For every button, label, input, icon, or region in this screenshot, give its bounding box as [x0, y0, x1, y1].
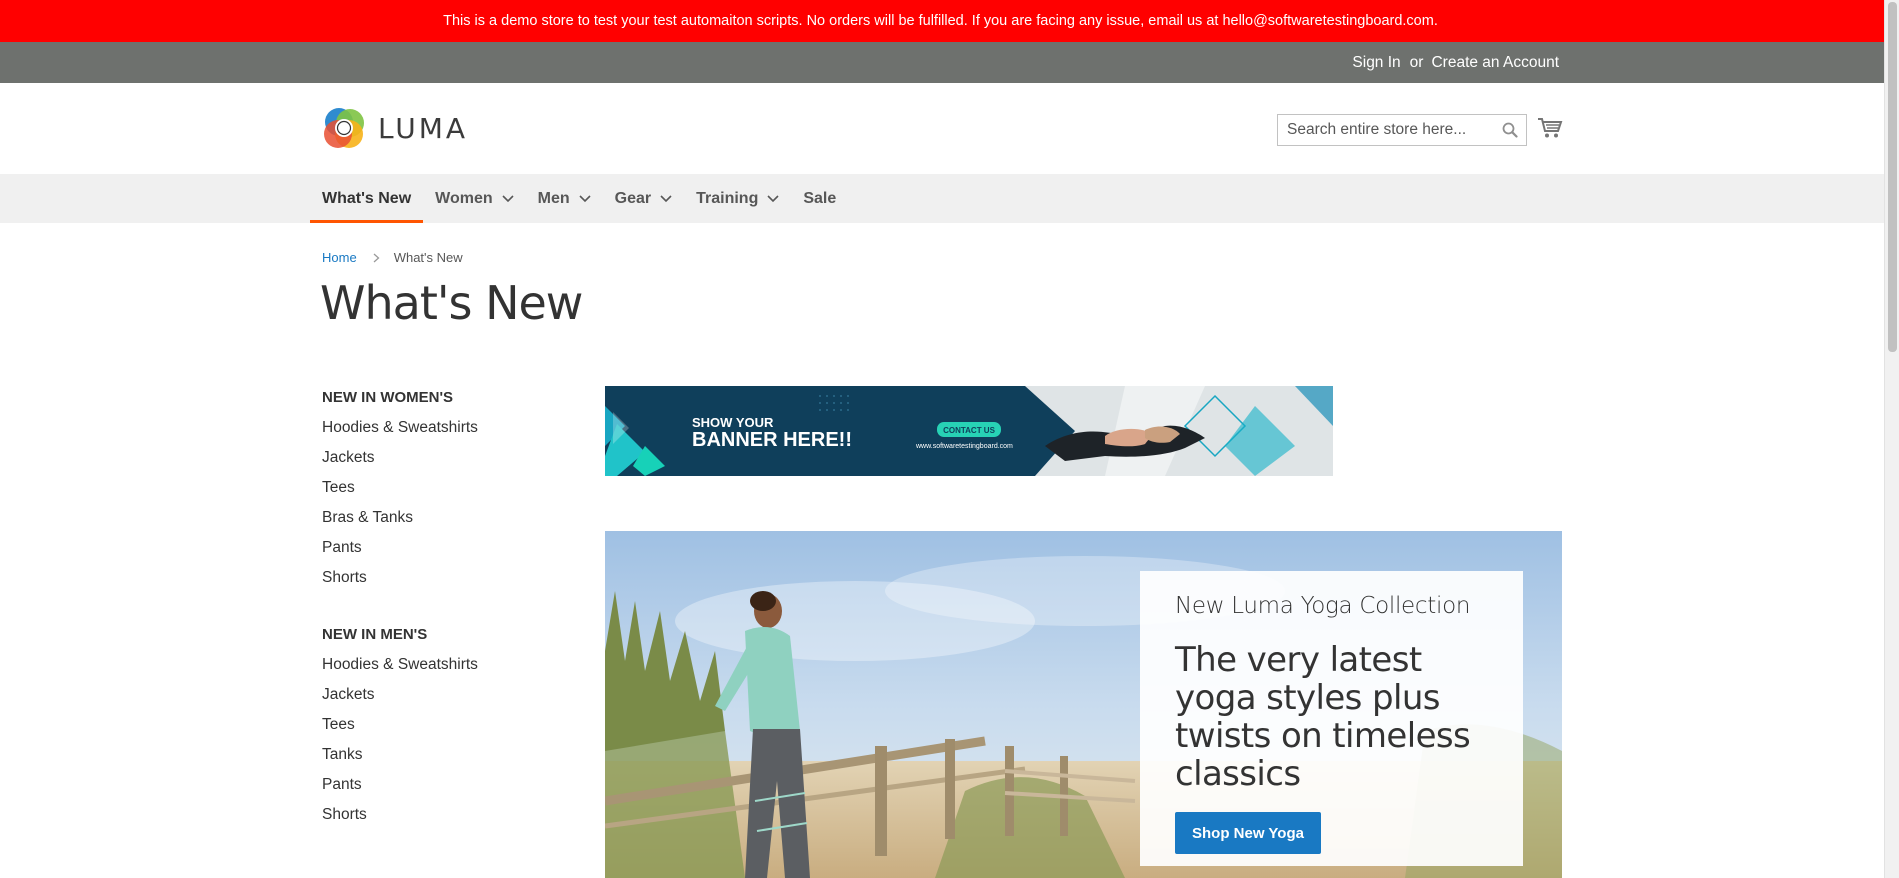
sidebar-link[interactable]: Tees [322, 479, 355, 496]
sidebar-link[interactable]: Tees [322, 716, 355, 733]
sidebar-link[interactable]: Hoodies & Sweatshirts [322, 419, 478, 436]
top-panel: Sign In or Create an Account [0, 42, 1899, 83]
nav-item-sale[interactable]: Sale [791, 174, 848, 223]
hero-card: New Luma Yoga Collection The very latest… [1140, 571, 1523, 866]
hero-banner[interactable]: New Luma Yoga Collection The very latest… [605, 531, 1562, 878]
search-input[interactable] [1287, 121, 1497, 139]
list-item: Tees [322, 475, 562, 505]
banner-graphic: SHOW YOUR BANNER HERE!! CONTACT US www.s… [605, 386, 1333, 476]
list-item: Shorts [322, 565, 562, 595]
sidebar-link[interactable]: Jackets [322, 449, 375, 466]
nav-label: Sale [803, 189, 837, 207]
demo-notice: This is a demo store to test your test a… [0, 0, 1899, 42]
main-navigation: What's New Women Men Gear Training Sale [0, 174, 1899, 223]
nav-label: What's New [322, 189, 412, 207]
sidebar-link[interactable]: Shorts [322, 806, 367, 823]
list-item: Jackets [322, 682, 562, 712]
list-item: Pants [322, 535, 562, 565]
sidebar-section-title: NEW IN WOMEN'S [322, 389, 454, 406]
nav-label: Women [435, 189, 493, 207]
header: LUMA [0, 83, 1899, 174]
breadcrumb: Home What's New [322, 250, 463, 265]
sidebar-link[interactable]: Bras & Tanks [322, 509, 413, 526]
scrollbar-thumb[interactable] [1888, 2, 1897, 352]
nav-label: Training [696, 189, 759, 207]
list-item: Shorts [322, 802, 562, 832]
list-item: Tees [322, 712, 562, 742]
luma-logo-icon [324, 108, 364, 148]
page-scrollbar[interactable] [1884, 0, 1899, 878]
sidebar-section-women: NEW IN WOMEN'S Hoodies & Sweatshirts Jac… [322, 385, 562, 595]
nav-item-whats-new[interactable]: What's New [310, 174, 424, 223]
banner-cta: CONTACT US [943, 426, 996, 435]
breadcrumb-home-link[interactable]: Home [322, 250, 357, 265]
list-item: Hoodies & Sweatshirts [322, 652, 562, 682]
banner-url: www.softwaretestingboard.com [915, 443, 1013, 450]
hero-subtitle: New Luma Yoga Collection [1175, 593, 1471, 619]
hero-headline: The very latest yoga styles plus twists … [1175, 640, 1471, 794]
chevron-right-icon [373, 253, 380, 262]
sidebar-section-men: NEW IN MEN'S Hoodies & Sweatshirts Jacke… [322, 622, 562, 832]
promo-banner[interactable]: SHOW YOUR BANNER HERE!! CONTACT US www.s… [605, 386, 1333, 476]
sidebar-link[interactable]: Tanks [322, 746, 363, 763]
chevron-down-icon [660, 194, 672, 202]
list-item: Bras & Tanks [322, 505, 562, 535]
list-item: Hoodies & Sweatshirts [322, 415, 562, 445]
breadcrumb-current: What's New [393, 250, 463, 265]
nav-item-women[interactable]: Women [423, 174, 525, 223]
sidebar-link[interactable]: Hoodies & Sweatshirts [322, 656, 478, 673]
nav-label: Gear [614, 189, 652, 207]
chevron-down-icon [502, 194, 514, 202]
banner-line1: SHOW YOUR [692, 415, 774, 430]
or-separator: or [1409, 53, 1424, 71]
list-item: Jackets [322, 445, 562, 475]
nav-item-men[interactable]: Men [526, 174, 603, 223]
sidebar-link[interactable]: Pants [322, 776, 362, 793]
nav-item-training[interactable]: Training [684, 174, 791, 223]
search-icon[interactable] [1502, 122, 1518, 138]
logo-text: LUMA [378, 111, 469, 145]
sidebar-link[interactable]: Pants [322, 539, 362, 556]
banner-line2: BANNER HERE!! [692, 429, 852, 451]
nav-item-gear[interactable]: Gear [603, 174, 684, 223]
chevron-down-icon [767, 194, 779, 202]
page-title: What's New [320, 276, 583, 330]
sidebar-section-title: NEW IN MEN'S [322, 626, 428, 643]
demo-notice-text: This is a demo store to test your test a… [443, 13, 1438, 29]
sidebar-link[interactable]: Shorts [322, 569, 367, 586]
create-account-link[interactable]: Create an Account [1431, 54, 1559, 72]
sidebar: NEW IN WOMEN'S Hoodies & Sweatshirts Jac… [322, 385, 562, 859]
shop-new-yoga-button[interactable]: Shop New Yoga [1175, 812, 1321, 854]
sidebar-link[interactable]: Jackets [322, 686, 375, 703]
sign-in-link[interactable]: Sign In [1352, 54, 1400, 72]
logo[interactable]: LUMA [322, 106, 468, 150]
chevron-down-icon [579, 194, 591, 202]
list-item: Pants [322, 772, 562, 802]
nav-label: Men [537, 189, 570, 207]
search-box [1277, 114, 1527, 146]
list-item: Tanks [322, 742, 562, 772]
shopping-cart-icon[interactable] [1537, 117, 1563, 139]
